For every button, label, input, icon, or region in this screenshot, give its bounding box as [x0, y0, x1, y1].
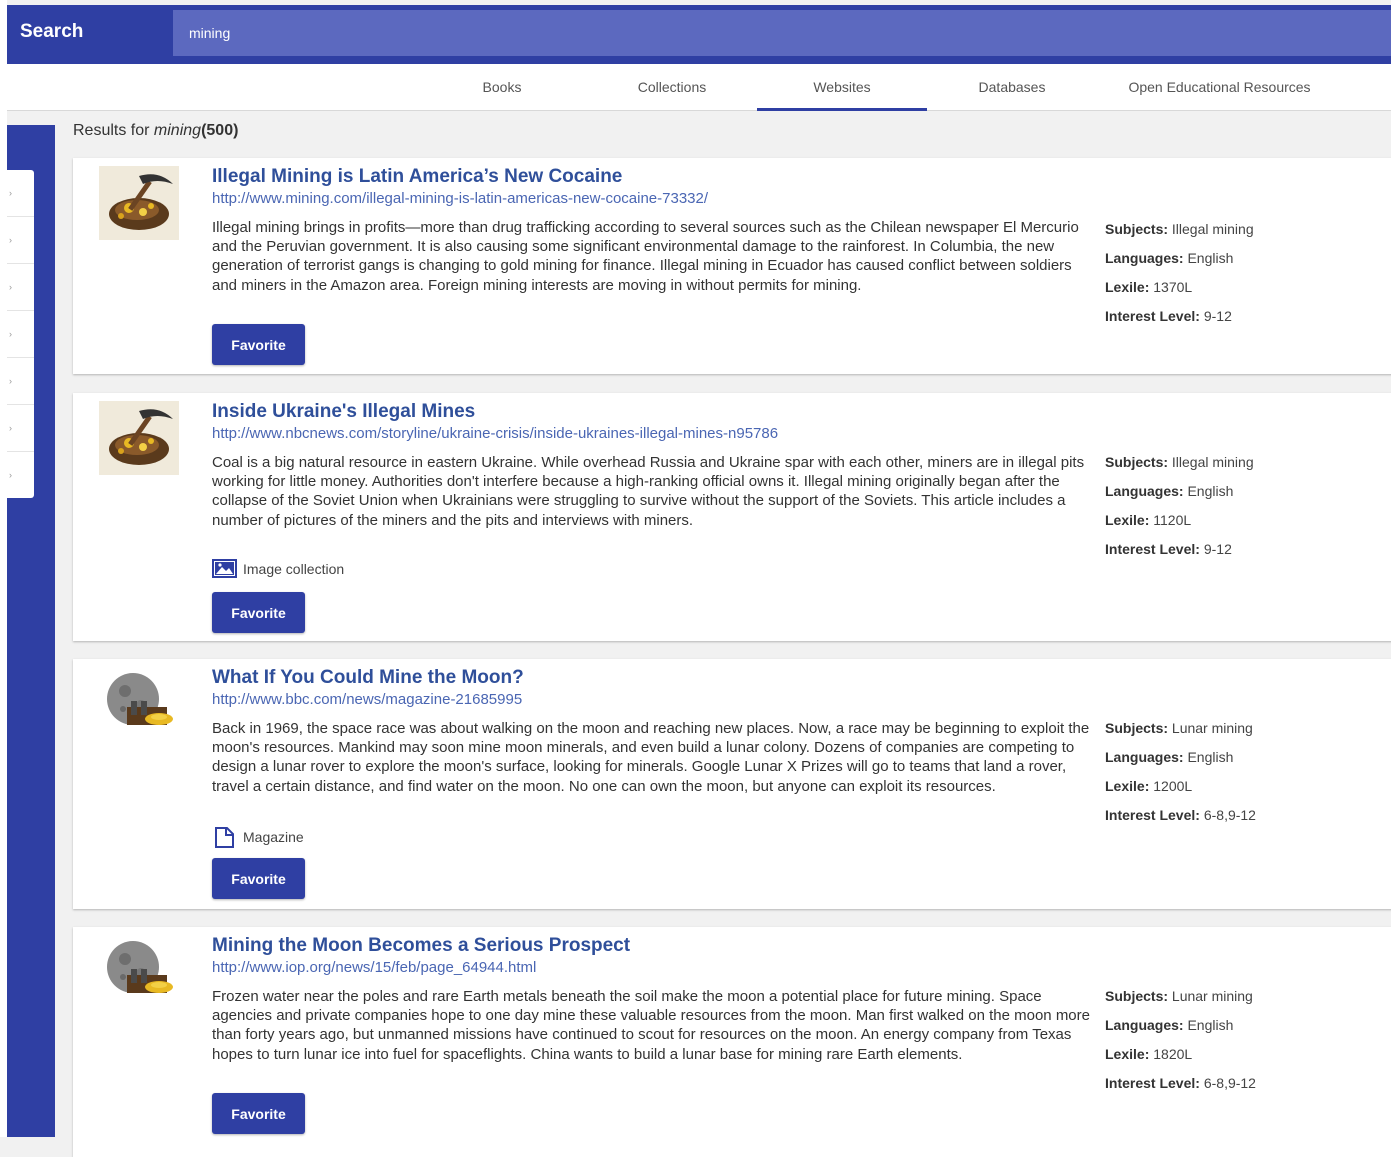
languages-label: Languages:	[1105, 749, 1184, 765]
resource-type-label: Magazine	[243, 829, 304, 845]
result-metadata: Subjects: Illegal mining Languages: Engl…	[1105, 220, 1365, 336]
lexile-label: Lexile:	[1105, 279, 1150, 295]
tab-collections[interactable]: Collections	[587, 64, 757, 111]
languages-value: English	[1187, 1017, 1234, 1033]
resource-type: Image collection	[212, 559, 344, 578]
pickaxe-gold-icon	[99, 166, 179, 240]
tab-open-educational-resources[interactable]: Open Educational Resources	[1097, 64, 1342, 111]
lexile-label: Lexile:	[1105, 1046, 1150, 1062]
result-description: Coal is a big natural resource in easter…	[212, 454, 1085, 529]
result-metadata: Subjects: Lunar mining Languages: Englis…	[1105, 987, 1365, 1103]
subjects-label: Subjects:	[1105, 221, 1169, 237]
favorite-button[interactable]: Favorite	[212, 858, 305, 899]
subjects-label: Subjects:	[1105, 988, 1169, 1004]
interest-level-label: Interest Level:	[1105, 807, 1200, 823]
result-url-link[interactable]: http://www.mining.com/illegal-mining-is-…	[212, 190, 708, 207]
resource-type-label: Image collection	[243, 560, 345, 577]
filter-row[interactable]: ›	[7, 311, 34, 358]
filter-row[interactable]: ›	[7, 358, 34, 405]
subjects-value: Illegal mining	[1171, 454, 1254, 470]
languages-value: English	[1187, 483, 1234, 499]
favorite-button[interactable]: Favorite	[212, 1093, 305, 1134]
lexile-value: 1370L	[1153, 279, 1193, 295]
tab-databases[interactable]: Databases	[927, 64, 1097, 111]
lexile-value: 1820L	[1153, 1046, 1193, 1062]
lexile-label: Lexile:	[1105, 512, 1150, 528]
result-card: Mining the Moon Becomes a Serious Prospe…	[73, 927, 1391, 1157]
interest-level-label: Interest Level:	[1105, 1075, 1200, 1091]
result-url-link[interactable]: http://www.iop.org/news/15/feb/page_6494…	[212, 959, 536, 976]
subjects-value: Lunar mining	[1171, 988, 1253, 1004]
tab-bar: Books Collections Websites Databases Ope…	[7, 64, 1391, 111]
favorite-button[interactable]: Favorite	[212, 324, 305, 365]
languages-value: English	[1187, 250, 1234, 266]
search-header: Search	[7, 5, 1391, 64]
result-card: What If You Could Mine the Moon? http://…	[73, 659, 1391, 909]
filter-row[interactable]: ›	[7, 452, 34, 499]
tab-books[interactable]: Books	[417, 64, 587, 111]
resource-type: Magazine	[212, 826, 304, 848]
interest-level-value: 9-12	[1203, 541, 1232, 557]
results-query: mining	[153, 122, 202, 139]
subjects-label: Subjects:	[1105, 720, 1169, 736]
moon-mining-icon	[99, 667, 179, 741]
magazine-icon	[215, 827, 234, 848]
result-url-link[interactable]: http://www.nbcnews.com/storyline/ukraine…	[212, 425, 778, 442]
results-heading: Results for mining(500)	[73, 122, 238, 140]
result-title-link[interactable]: Illegal Mining is Latin America’s New Co…	[212, 166, 622, 188]
interest-level-value: 6-8,9-12	[1203, 807, 1256, 823]
lexile-label: Lexile:	[1105, 778, 1150, 794]
filter-row[interactable]: ›	[7, 217, 34, 264]
results-prefix: Results for	[73, 122, 150, 139]
search-input[interactable]	[173, 10, 1391, 56]
languages-label: Languages:	[1105, 1017, 1184, 1033]
result-metadata: Subjects: Illegal mining Languages: Engl…	[1105, 453, 1365, 569]
moon-mining-icon	[99, 935, 179, 1009]
languages-label: Languages:	[1105, 483, 1184, 499]
result-description: Back in 1969, the space race was about w…	[212, 720, 1090, 795]
filter-panel: › › › › › › ›	[7, 170, 34, 498]
interest-level-label: Interest Level:	[1105, 541, 1200, 557]
result-metadata: Subjects: Lunar mining Languages: Englis…	[1105, 719, 1365, 835]
result-card: Inside Ukraine's Illegal Mines http://ww…	[73, 393, 1391, 641]
result-description: Illegal mining brings in profits—more th…	[212, 219, 1079, 294]
filter-row[interactable]: ›	[7, 405, 34, 452]
favorite-button[interactable]: Favorite	[212, 592, 305, 633]
subjects-value: Lunar mining	[1171, 720, 1253, 736]
result-url-link[interactable]: http://www.bbc.com/news/magazine-2168599…	[212, 691, 522, 708]
result-title-link[interactable]: What If You Could Mine the Moon?	[212, 667, 524, 689]
languages-label: Languages:	[1105, 250, 1184, 266]
image-collection-icon	[212, 559, 237, 578]
languages-value: English	[1187, 749, 1234, 765]
result-card: Illegal Mining is Latin America’s New Co…	[73, 158, 1391, 374]
filter-row[interactable]: ›	[7, 170, 34, 217]
filter-sidebar: › › › › › › ›	[7, 125, 55, 1137]
interest-level-value: 9-12	[1203, 308, 1232, 324]
subjects-value: Illegal mining	[1171, 221, 1254, 237]
lexile-value: 1200L	[1153, 778, 1193, 794]
search-label: Search	[20, 21, 84, 42]
filter-row[interactable]: ›	[7, 264, 34, 311]
subjects-label: Subjects:	[1105, 454, 1169, 470]
result-title-link[interactable]: Inside Ukraine's Illegal Mines	[212, 401, 475, 423]
interest-level-value: 6-8,9-12	[1203, 1075, 1256, 1091]
tab-websites[interactable]: Websites	[757, 64, 927, 111]
results-count: (500)	[201, 122, 239, 139]
interest-level-label: Interest Level:	[1105, 308, 1200, 324]
pickaxe-gold-icon	[99, 401, 179, 475]
lexile-value: 1120L	[1153, 512, 1192, 528]
result-title-link[interactable]: Mining the Moon Becomes a Serious Prospe…	[212, 935, 630, 957]
result-description: Frozen water near the poles and rare Ear…	[212, 988, 1090, 1063]
window-edge	[0, 0, 7, 1137]
